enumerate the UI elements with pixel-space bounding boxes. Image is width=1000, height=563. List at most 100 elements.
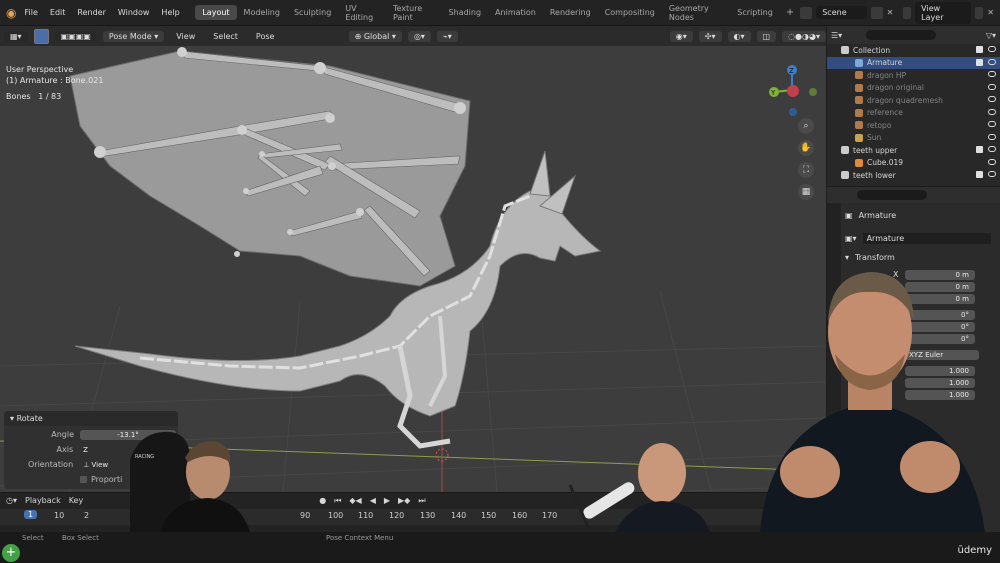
pan-hand-icon[interactable]: ✋ xyxy=(798,140,814,156)
blender-logo-icon[interactable]: ◉ xyxy=(4,4,19,22)
data-name-field[interactable]: Armature xyxy=(862,233,991,244)
menu-edit[interactable]: Edit xyxy=(44,8,72,17)
play-icon[interactable]: ▶ xyxy=(384,496,390,505)
prev-key-icon[interactable]: ◆◀ xyxy=(349,496,361,505)
grid-view-icon[interactable]: ▦ xyxy=(798,184,814,200)
gizmo-toggle-icon[interactable]: ✣▾ xyxy=(698,30,722,42)
visibility-eye-icon[interactable] xyxy=(988,96,996,102)
visibility-eye-icon[interactable] xyxy=(988,171,996,177)
orientation-label: Orientation xyxy=(27,460,74,469)
filter-icon[interactable]: ▽▾ xyxy=(986,31,996,40)
select-tool-icon[interactable] xyxy=(33,28,49,44)
armature-icon xyxy=(855,58,863,67)
overlay-toggle-icon[interactable]: ◐▾ xyxy=(727,30,751,42)
tab-modeling[interactable]: Modeling xyxy=(237,5,287,20)
visibility-eye-icon[interactable] xyxy=(988,108,996,115)
camera-icon[interactable]: ⛶ xyxy=(798,162,814,178)
delete-scene-icon[interactable]: ✕ xyxy=(887,8,894,17)
play-reverse-icon[interactable]: ◀ xyxy=(370,496,376,505)
jump-start-icon[interactable]: ⏮ xyxy=(334,496,341,506)
visibility-eye-icon[interactable] xyxy=(988,58,996,65)
tab-shading[interactable]: Shading xyxy=(442,5,489,20)
scene-name[interactable]: Scene xyxy=(816,6,867,19)
outliner-row-sun[interactable]: Sun xyxy=(827,132,1000,145)
viewport-nav-buttons: ⌕ ✋ ⛶ ▦ xyxy=(798,118,814,200)
gizmo-z-label: Z xyxy=(789,67,794,75)
tab-compositing[interactable]: Compositing xyxy=(598,5,662,20)
visibility-eye-icon[interactable] xyxy=(988,46,996,52)
exclude-checkbox[interactable] xyxy=(976,58,983,66)
menu-window[interactable]: Window xyxy=(112,8,156,17)
visibility-eye-icon[interactable] xyxy=(988,71,996,77)
jump-end-icon[interactable]: ⏭ xyxy=(418,496,425,506)
proportional-checkbox[interactable] xyxy=(80,476,87,483)
select-mode-icons[interactable]: ▣▣▣▣ xyxy=(54,30,97,42)
menu-file[interactable]: File xyxy=(19,8,44,17)
visibility-icon[interactable]: ◉▾ xyxy=(669,30,693,42)
outliner-row-dragon-quadremesh[interactable]: dragon quadremesh xyxy=(827,94,1000,107)
tab-sculpting[interactable]: Sculpting xyxy=(287,5,338,20)
current-frame-indicator[interactable]: 1 xyxy=(24,510,38,519)
navigation-gizmo[interactable]: Z Y xyxy=(766,62,818,122)
visibility-eye-icon[interactable] xyxy=(988,133,996,140)
tab-geometry-nodes[interactable]: Geometry Nodes xyxy=(662,1,730,25)
keyframe-dot-icon[interactable]: ● xyxy=(319,496,326,505)
next-key-icon[interactable]: ▶◆ xyxy=(398,496,410,505)
keying-menu[interactable]: Key xyxy=(69,496,84,505)
visibility-eye-icon[interactable] xyxy=(988,121,996,127)
viewport-info: User Perspective (1) Armature : Bone.021… xyxy=(6,64,103,102)
properties-search-input[interactable] xyxy=(857,190,927,200)
outliner-row-dragon-hp[interactable]: dragon HP xyxy=(827,69,1000,82)
menu-pose[interactable]: Pose xyxy=(250,32,281,41)
mode-dropdown[interactable]: Pose Mode ▾ xyxy=(102,30,165,42)
tab-uv-editing[interactable]: UV Editing xyxy=(338,1,386,25)
visibility-eye-icon[interactable] xyxy=(988,158,996,165)
exclude-checkbox[interactable] xyxy=(976,46,983,53)
outliner-row-teeth-upper[interactable]: teeth upper xyxy=(827,144,1000,157)
exclude-checkbox[interactable] xyxy=(976,146,983,153)
axis-gizmo: Z Y xyxy=(769,65,817,116)
new-view-layer-icon[interactable] xyxy=(975,6,984,19)
timeline-editor-icon[interactable]: ◷▾ xyxy=(6,496,17,505)
menu-view[interactable]: View xyxy=(170,32,201,41)
outliner-row-reference[interactable]: reference xyxy=(827,107,1000,120)
visibility-eye-icon[interactable] xyxy=(988,146,996,152)
new-scene-icon[interactable] xyxy=(870,6,883,19)
tab-rendering[interactable]: Rendering xyxy=(543,5,598,20)
tab-layout[interactable]: Layout xyxy=(195,5,237,20)
outliner-row-cube-019[interactable]: Cube.019 xyxy=(827,157,1000,170)
outliner-row-retopo[interactable]: retopo xyxy=(827,119,1000,132)
shading-mode-icons[interactable]: ◌●◑◕▾ xyxy=(782,30,826,42)
object-name[interactable]: Armature xyxy=(859,211,897,220)
object-icon: ▣ xyxy=(845,211,853,220)
outliner-row-dragon-original[interactable]: dragon original xyxy=(827,82,1000,95)
outliner-search-input[interactable] xyxy=(866,30,937,40)
outliner-row-teeth-lower[interactable]: teeth lower xyxy=(827,169,1000,182)
zoom-icon[interactable]: ⌕ xyxy=(798,118,814,134)
exclude-checkbox[interactable] xyxy=(976,171,983,178)
tab-animation[interactable]: Animation xyxy=(488,5,543,20)
view-layer-name[interactable]: View Layer xyxy=(915,1,972,24)
person-left-image: RACING xyxy=(130,431,250,532)
playback-menu[interactable]: Playback xyxy=(25,496,61,505)
menu-help[interactable]: Help xyxy=(155,8,185,17)
editor-type-icon[interactable]: ▦▾ xyxy=(4,30,28,42)
outliner-editor-icon[interactable]: ☰▾ xyxy=(831,31,842,40)
tab-texture-paint[interactable]: Texture Paint xyxy=(386,1,442,25)
view-layer-selector[interactable]: View Layer ✕ xyxy=(902,1,994,24)
mesh-object-icon xyxy=(855,121,863,130)
orientation-dropdown[interactable]: ⊕ Global ▾ xyxy=(348,30,402,42)
transform-section-header[interactable]: ▾ Transform xyxy=(845,253,895,262)
snap-icon[interactable]: ⌁▾ xyxy=(436,30,458,42)
scene-selector[interactable]: Scene ✕ xyxy=(800,6,893,19)
xray-icon[interactable]: ◫ xyxy=(756,30,777,42)
outliner-row-collection[interactable]: Collection xyxy=(827,44,1000,57)
add-workspace-icon[interactable]: + xyxy=(780,7,800,18)
outliner-row-armature[interactable]: Armature xyxy=(827,56,1000,69)
pivot-dropdown[interactable]: ◎▾ xyxy=(407,30,431,42)
delete-view-layer-icon[interactable]: ✕ xyxy=(987,8,994,17)
menu-select[interactable]: Select xyxy=(207,32,244,41)
visibility-eye-icon[interactable] xyxy=(988,83,996,90)
menu-render[interactable]: Render xyxy=(71,8,111,17)
tab-scripting[interactable]: Scripting xyxy=(730,5,780,20)
